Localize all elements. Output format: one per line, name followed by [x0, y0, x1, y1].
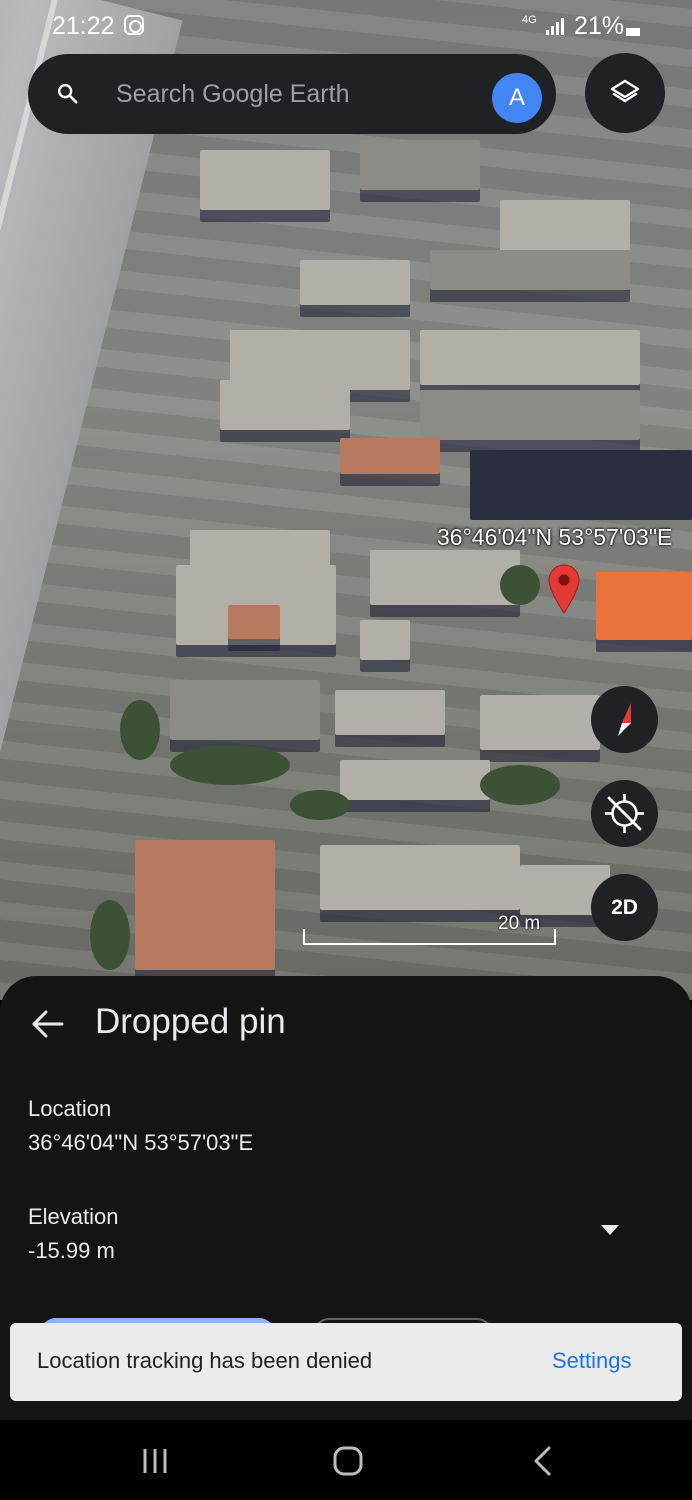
building [420, 390, 640, 440]
status-time: 21:22 [52, 12, 115, 40]
home-button[interactable] [298, 1420, 398, 1500]
building [220, 380, 350, 430]
building [470, 450, 692, 520]
location-button[interactable] [591, 780, 658, 847]
tree [170, 745, 290, 785]
building [596, 572, 692, 640]
back-arrow-icon[interactable] [26, 1002, 70, 1046]
settings-button[interactable]: Settings [552, 1348, 632, 1374]
location-off-icon [605, 794, 644, 833]
back-button[interactable] [492, 1420, 592, 1500]
tree [90, 900, 130, 970]
home-icon [333, 1446, 363, 1476]
elevation-label: Elevation [28, 1204, 119, 1229]
map-view[interactable] [0, 0, 692, 1000]
battery-icon [626, 28, 640, 36]
instagram-icon [124, 15, 144, 35]
building [200, 150, 330, 210]
map-pin-icon[interactable] [548, 564, 580, 614]
tree [120, 700, 160, 760]
location-label: Location [28, 1096, 112, 1121]
building [335, 690, 445, 735]
battery-percent: 21% [574, 12, 625, 40]
status-bar: 21:22 4G 21% [0, 0, 692, 52]
view-mode-label: 2D [611, 896, 638, 919]
building [500, 200, 630, 255]
compass-button[interactable] [591, 686, 658, 753]
sheet-title: Dropped pin [95, 1002, 286, 1041]
location-value[interactable]: 36°46'04"N 53°57'03"E [28, 1130, 253, 1156]
building [360, 140, 480, 190]
back-nav-icon [534, 1446, 551, 1476]
building [170, 680, 320, 740]
avatar[interactable]: A [492, 73, 542, 123]
tree [480, 765, 560, 805]
signal-icon [546, 17, 566, 35]
building [300, 260, 410, 305]
snackbar-message: Location tracking has been denied [37, 1348, 373, 1373]
building [370, 550, 520, 605]
search-input[interactable] [116, 72, 476, 116]
building [320, 845, 520, 910]
building [135, 840, 275, 970]
navigation-bar [0, 1420, 692, 1500]
tree [500, 565, 540, 605]
scale-label: 20 m [498, 913, 541, 934]
building [228, 605, 280, 639]
building [340, 438, 440, 474]
tree [290, 790, 350, 820]
snackbar: Location tracking has been denied Settin… [10, 1323, 682, 1401]
building [360, 620, 410, 660]
layers-button[interactable] [585, 53, 665, 133]
layers-icon [610, 79, 640, 103]
building [430, 250, 630, 290]
building [190, 530, 330, 570]
building [340, 760, 490, 800]
view-mode-button[interactable]: 2D [591, 874, 658, 941]
recent-apps-icon [143, 1449, 167, 1473]
building [420, 330, 640, 385]
recent-apps-button[interactable] [105, 1420, 205, 1500]
building [480, 695, 600, 750]
elevation-value: -15.99 m [28, 1238, 115, 1263]
chevron-down-icon[interactable] [600, 1224, 620, 1236]
search-icon [58, 84, 78, 104]
search-bar[interactable]: A [28, 54, 556, 134]
network-type: 4G [522, 14, 537, 26]
compass-icon [618, 703, 631, 736]
pin-coordinates-label: 36°46'04"N 53°57'03"E [437, 524, 673, 550]
